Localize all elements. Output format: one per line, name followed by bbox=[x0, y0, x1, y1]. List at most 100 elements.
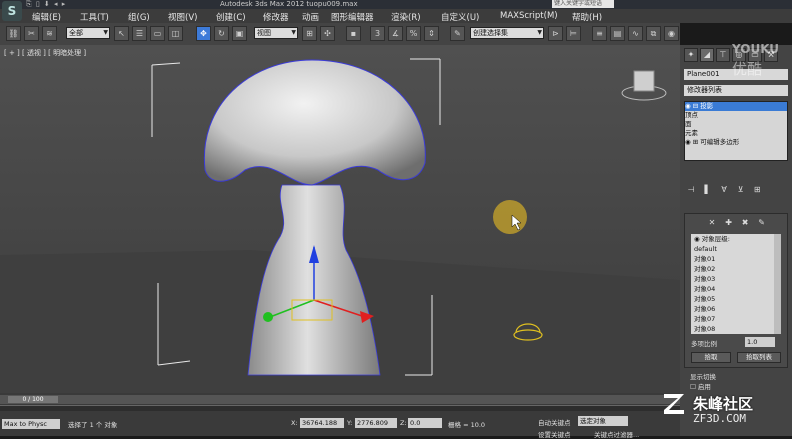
menu-help[interactable]: 帮助(H) bbox=[572, 11, 602, 23]
grid-label: 栅格 = 10.0 bbox=[448, 421, 486, 429]
edit-named-selection-icon[interactable]: ✎ bbox=[450, 26, 465, 41]
selection-filter-dropdown[interactable]: 全部 ▼ bbox=[66, 27, 110, 39]
angle-snap-icon[interactable]: ∡ bbox=[388, 26, 403, 41]
menu-edit[interactable]: 编辑(E) bbox=[32, 11, 61, 23]
time-slider[interactable]: 0 / 100 bbox=[0, 395, 680, 404]
list-item[interactable]: 对象08 bbox=[691, 324, 781, 334]
enable-label: 启用 bbox=[697, 383, 711, 391]
perspective-viewport[interactable]: [ + ] [ 透视 ] [ 明暗处理 ] bbox=[0, 45, 680, 393]
modifier-stack[interactable]: ◉ ⊟ 投影 顶点 面 元素 ◉ ⊞ 可编辑多边形 bbox=[684, 101, 788, 161]
percent-snap-icon[interactable]: % bbox=[406, 26, 421, 41]
menu-modifiers[interactable]: 修改器 bbox=[263, 11, 289, 23]
remove-modifier-icon[interactable]: ⊻ bbox=[734, 185, 748, 197]
key-filters-button[interactable]: 关键点过滤器... bbox=[594, 429, 639, 439]
auto-key-button[interactable]: 自动关键点 bbox=[538, 417, 571, 427]
mushroom-cap[interactable] bbox=[203, 59, 426, 186]
material-editor-icon[interactable]: ◉ bbox=[664, 26, 679, 41]
menu-maxscript[interactable]: MAXScript(M) bbox=[500, 11, 558, 21]
named-selection-value: 创建选择集 bbox=[473, 29, 508, 37]
list-item[interactable]: 对象04 bbox=[691, 284, 781, 294]
spinner-snap-icon[interactable]: ⇕ bbox=[424, 26, 439, 41]
selected-object-dropdown[interactable]: 选定对象 bbox=[578, 416, 628, 426]
reference-coord-dropdown[interactable]: 视图 ▼ bbox=[254, 27, 298, 39]
make-unique-icon[interactable]: ∀ bbox=[717, 185, 731, 197]
delete-icon[interactable]: ✖ bbox=[738, 218, 752, 230]
mirror-icon[interactable]: ⊳ bbox=[548, 26, 563, 41]
schematic-view-icon[interactable]: ⧉ bbox=[646, 26, 661, 41]
keyboard-shortcut-icon[interactable]: ▪ bbox=[346, 26, 361, 41]
list-item[interactable]: 对象01 bbox=[691, 254, 781, 264]
menu-tools[interactable]: 工具(T) bbox=[80, 11, 109, 23]
named-selection-dropdown[interactable]: 创建选择集 ▼ bbox=[470, 27, 544, 39]
y-coord-field[interactable]: 2776.809 bbox=[355, 418, 397, 428]
enable-checkbox[interactable]: ☐ 启用 bbox=[690, 381, 711, 391]
snaps-toggle-icon[interactable]: 3 bbox=[370, 26, 385, 41]
x-coord-field[interactable]: 36764.188 bbox=[300, 418, 344, 428]
maxscript-listener[interactable]: Max to Physc bbox=[2, 419, 60, 429]
create-tab-icon[interactable]: ✦ bbox=[684, 48, 698, 62]
select-rotate-icon[interactable]: ↻ bbox=[214, 26, 229, 41]
add-icon[interactable]: ✚ bbox=[722, 218, 736, 230]
menu-graph-editors[interactable]: 图形编辑器 bbox=[331, 11, 374, 23]
track-bar[interactable] bbox=[0, 405, 680, 411]
multi-ratio-field[interactable]: 1.0 bbox=[745, 337, 775, 347]
viewport-label[interactable]: [ + ] [ 透视 ] [ 明暗处理 ] bbox=[4, 48, 86, 58]
app-logo-button[interactable]: S bbox=[2, 1, 22, 21]
hierarchy-tab-icon[interactable]: ⊤ bbox=[716, 48, 730, 62]
list-item[interactable]: 对象06 bbox=[691, 304, 781, 314]
modify-tab-icon[interactable]: ◢ bbox=[700, 48, 714, 62]
menu-rendering[interactable]: 渲染(R) bbox=[391, 11, 421, 23]
pin-stack-icon[interactable]: ⊣ bbox=[684, 185, 698, 197]
time-slider-handle[interactable]: 0 / 100 bbox=[8, 396, 58, 403]
graphite-ribbon-icon[interactable]: ▤ bbox=[610, 26, 625, 41]
z-coord-field[interactable]: 0.0 bbox=[408, 418, 442, 428]
z-label: Z: bbox=[400, 419, 407, 427]
brand-watermark: 朱峰社区 bbox=[693, 395, 754, 413]
quick-access-toolbar[interactable]: ⎘ ▯ ⬇ ◂ ▸ bbox=[26, 0, 66, 9]
select-scale-icon[interactable]: ▣ bbox=[232, 26, 247, 41]
select-manipulate-icon[interactable]: ✣ bbox=[320, 26, 335, 41]
select-move-icon[interactable]: ✥ bbox=[196, 26, 211, 41]
stack-item-vertex[interactable]: 顶点 bbox=[685, 111, 787, 120]
unlink-icon[interactable]: ✂ bbox=[24, 26, 39, 41]
window-crossing-icon[interactable]: ◫ bbox=[168, 26, 183, 41]
stack-item-face[interactable]: 面 bbox=[685, 120, 787, 129]
modifier-list-dropdown[interactable]: 修改器列表 bbox=[684, 85, 788, 96]
list-scrollbar[interactable] bbox=[774, 234, 781, 334]
show-end-result-icon[interactable]: ▌ bbox=[701, 185, 715, 197]
select-object-icon[interactable]: ↖ bbox=[114, 26, 129, 41]
rollout-tools: ✕ ✚ ✖ ✎ bbox=[705, 218, 769, 230]
configure-sets-icon[interactable]: ⊞ bbox=[750, 185, 764, 197]
stack-item-element[interactable]: 元素 bbox=[685, 129, 787, 138]
edit-icon[interactable]: ✎ bbox=[755, 218, 769, 230]
bind-space-warp-icon[interactable]: ≋ bbox=[42, 26, 57, 41]
menu-group[interactable]: 组(G) bbox=[128, 11, 150, 23]
pick-list-button[interactable]: 拾取列表 bbox=[737, 352, 781, 363]
list-item[interactable]: 对象07 bbox=[691, 314, 781, 324]
menu-customize[interactable]: 自定义(U) bbox=[441, 11, 479, 23]
stack-item-projection[interactable]: ◉ ⊟ 投影 bbox=[685, 102, 787, 111]
select-by-name-icon[interactable]: ☰ bbox=[132, 26, 147, 41]
rectangle-selection-icon[interactable]: ▭ bbox=[150, 26, 165, 41]
view-cube-icon[interactable] bbox=[621, 70, 667, 101]
layer-manager-icon[interactable]: ≡ bbox=[592, 26, 607, 41]
pick-button[interactable]: 拾取 bbox=[691, 352, 731, 363]
youku-watermark: YOUKU bbox=[732, 42, 780, 56]
zhufeng-logo-icon bbox=[664, 394, 684, 414]
object-level-list[interactable]: ◉ 对象层级: default 对象01 对象02 对象03 对象04 对象05… bbox=[691, 234, 781, 334]
list-item[interactable]: 对象02 bbox=[691, 264, 781, 274]
link-icon[interactable]: ⛓ bbox=[6, 26, 21, 41]
menu-animation[interactable]: 动画 bbox=[302, 11, 319, 23]
list-item[interactable]: 对象03 bbox=[691, 274, 781, 284]
curve-editor-icon[interactable]: ∿ bbox=[628, 26, 643, 41]
menu-create[interactable]: 创建(C) bbox=[216, 11, 246, 23]
list-item[interactable]: 对象05 bbox=[691, 294, 781, 304]
align-icon[interactable]: ⊨ bbox=[566, 26, 581, 41]
pick-icon[interactable]: ✕ bbox=[705, 218, 719, 230]
set-key-button[interactable]: 设置关键点 bbox=[538, 429, 571, 439]
pivot-center-icon[interactable]: ⊞ bbox=[302, 26, 317, 41]
search-input[interactable]: 键入关键字或短语 bbox=[552, 0, 614, 8]
list-item[interactable]: default bbox=[691, 244, 781, 254]
stack-item-editable-poly[interactable]: ◉ ⊞ 可编辑多边形 bbox=[685, 138, 787, 147]
menu-views[interactable]: 视图(V) bbox=[168, 11, 197, 23]
